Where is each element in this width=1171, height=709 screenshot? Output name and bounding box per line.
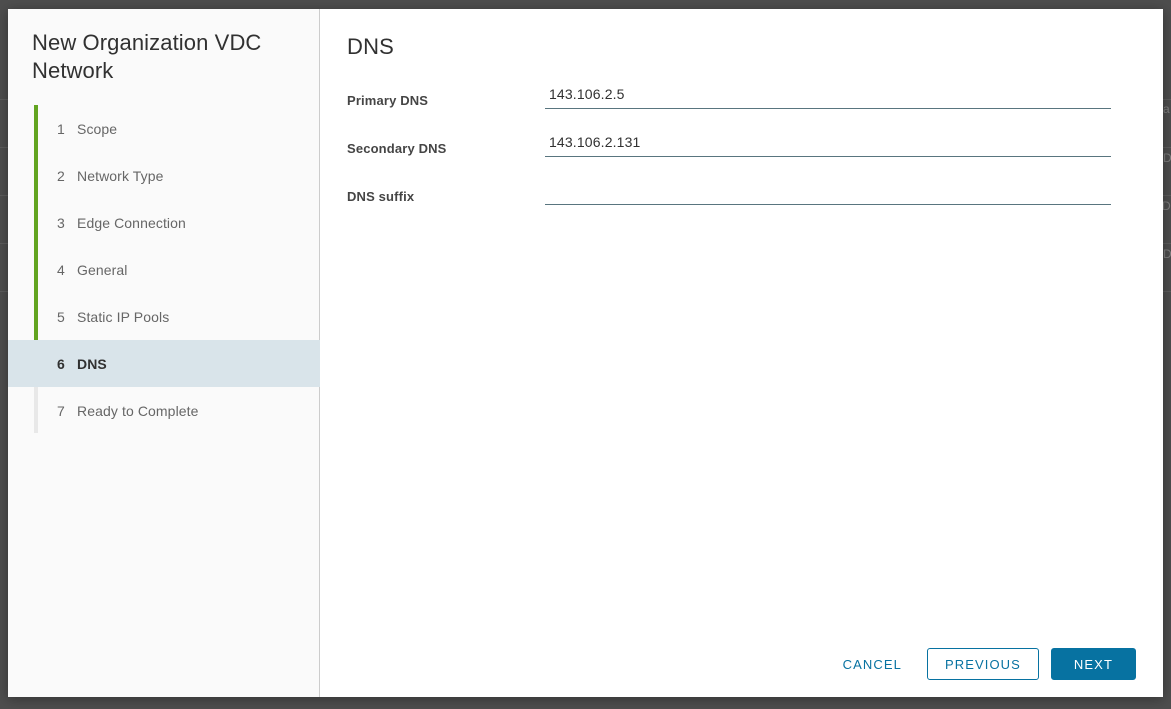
field-row-primary-dns: Primary DNS xyxy=(347,73,1123,121)
step-number: 3 xyxy=(57,214,65,231)
backdrop-glyph: D xyxy=(1163,247,1171,261)
sidebar-item-edge-connection[interactable]: 3 Edge Connection xyxy=(8,199,320,246)
wizard-content: DNS Primary DNS Secondary DNS DNS suffix xyxy=(320,9,1163,697)
secondary-dns-control xyxy=(545,121,1111,157)
dns-form: Primary DNS Secondary DNS DNS suffix xyxy=(347,73,1123,217)
cancel-button[interactable]: CANCEL xyxy=(830,648,915,680)
sidebar-item-general[interactable]: 4 General xyxy=(8,246,320,293)
primary-dns-label: Primary DNS xyxy=(347,93,429,108)
step-label: General xyxy=(77,261,128,278)
step-label: Edge Connection xyxy=(77,214,186,231)
sidebar-item-scope[interactable]: 1 Scope xyxy=(8,105,320,152)
step-label: Network Type xyxy=(77,167,164,184)
backdrop-glyph: a xyxy=(1163,102,1170,116)
dns-suffix-control xyxy=(545,169,1111,205)
step-number: 4 xyxy=(57,261,65,278)
step-label: Ready to Complete xyxy=(77,402,199,419)
step-number: 2 xyxy=(57,167,65,184)
step-label: Scope xyxy=(77,120,118,137)
sidebar-item-network-type[interactable]: 2 Network Type xyxy=(8,152,320,199)
next-button[interactable]: NEXT xyxy=(1050,648,1136,680)
step-number: 6 xyxy=(57,355,65,372)
previous-button[interactable]: PREVIOUS xyxy=(926,648,1039,680)
step-label: DNS xyxy=(77,355,107,372)
step-label: Static IP Pools xyxy=(77,308,170,325)
step-number: 1 xyxy=(57,120,65,137)
primary-dns-input[interactable] xyxy=(545,86,1111,109)
page-title: DNS xyxy=(347,34,395,59)
sidebar-item-dns[interactable]: 6 DNS xyxy=(8,340,320,387)
wizard-modal: New Organization VDC Network 1 Scope 2 N… xyxy=(8,9,1163,697)
wizard-step-list: 1 Scope 2 Network Type 3 Edge Connection… xyxy=(8,105,320,434)
backdrop-glyph: D xyxy=(1162,199,1171,213)
sidebar-item-static-ip-pools[interactable]: 5 Static IP Pools xyxy=(8,293,320,340)
primary-dns-control xyxy=(545,73,1111,109)
wizard-title: New Organization VDC Network xyxy=(32,30,262,83)
field-row-secondary-dns: Secondary DNS xyxy=(347,121,1123,169)
step-number: 5 xyxy=(57,308,65,325)
secondary-dns-label: Secondary DNS xyxy=(347,141,447,156)
sidebar-item-ready-to-complete[interactable]: 7 Ready to Complete xyxy=(8,387,320,434)
wizard-footer: CANCEL PREVIOUS NEXT xyxy=(830,648,1136,680)
secondary-dns-input[interactable] xyxy=(545,134,1111,157)
backdrop-glyph: D xyxy=(1163,151,1171,165)
dns-suffix-label: DNS suffix xyxy=(347,189,415,204)
step-number: 7 xyxy=(57,402,65,419)
dns-suffix-input[interactable] xyxy=(545,182,1111,205)
wizard-sidebar: New Organization VDC Network 1 Scope 2 N… xyxy=(8,9,320,697)
field-row-dns-suffix: DNS suffix xyxy=(347,169,1123,217)
